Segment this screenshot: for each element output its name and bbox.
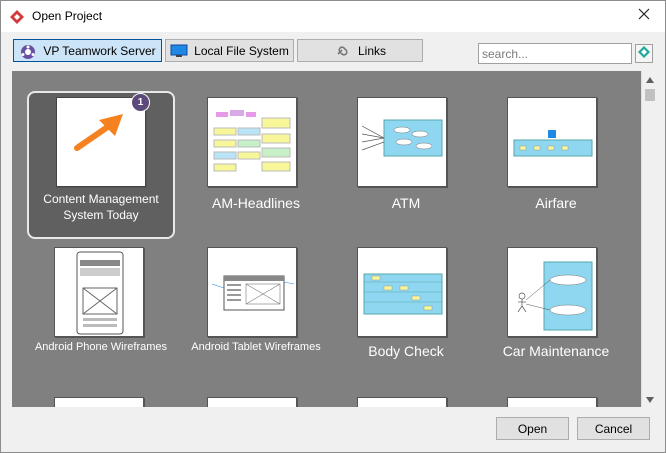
chevron-up-icon bbox=[646, 70, 654, 88]
project-thumbnail-partial[interactable] bbox=[507, 397, 597, 407]
tab-local-file-system[interactable]: Local File System bbox=[165, 39, 294, 62]
window-title: Open Project bbox=[32, 9, 103, 23]
tab-label: Links bbox=[357, 43, 386, 58]
project-tile-car-maintenance[interactable]: Car Maintenance bbox=[482, 241, 630, 389]
close-icon bbox=[638, 7, 650, 25]
project-thumbnail bbox=[507, 247, 597, 337]
monitor-icon bbox=[170, 44, 188, 58]
project-thumbnail bbox=[207, 97, 297, 187]
project-thumbnail-partial[interactable] bbox=[54, 397, 144, 407]
cancel-button[interactable]: Cancel bbox=[577, 417, 650, 440]
project-tile-android-phone-wireframes[interactable]: Android Phone Wireframes bbox=[27, 241, 175, 389]
project-tile-am-headlines[interactable]: AM-Headlines bbox=[182, 91, 330, 239]
chevron-down-icon bbox=[646, 390, 654, 408]
open-button[interactable]: Open bbox=[496, 417, 569, 440]
open-project-dialog: Open Project VP Teamwork Server Local Fi… bbox=[0, 0, 666, 453]
close-button[interactable] bbox=[633, 5, 655, 27]
tab-label: Local File System bbox=[194, 43, 289, 58]
scroll-up-button[interactable] bbox=[642, 71, 658, 87]
project-gallery: 1 Content Management System Today AM-Hea… bbox=[12, 71, 641, 407]
source-toolbar: VP Teamwork Server Local File System Lin… bbox=[1, 32, 665, 72]
title-bar: Open Project bbox=[1, 1, 665, 32]
project-name: AM-Headlines bbox=[212, 195, 300, 211]
project-tile-android-tablet-wireframes[interactable]: Android Tablet Wireframes bbox=[182, 241, 330, 389]
project-thumbnail-partial[interactable] bbox=[207, 397, 297, 407]
project-name: Content Management System Today bbox=[43, 192, 159, 222]
project-tile-content-management-system[interactable]: 1 Content Management System Today bbox=[27, 91, 175, 239]
project-thumbnail bbox=[207, 247, 297, 337]
project-name: Airfare bbox=[535, 195, 577, 211]
gallery-scrollbar[interactable] bbox=[641, 71, 657, 407]
tab-vp-teamwork-server[interactable]: VP Teamwork Server bbox=[13, 39, 162, 62]
link-icon bbox=[334, 44, 352, 58]
project-tile-body-check[interactable]: Body Check bbox=[332, 241, 480, 389]
scroll-down-button[interactable] bbox=[642, 391, 658, 407]
project-thumbnail bbox=[507, 97, 597, 187]
search-diamond-icon bbox=[638, 45, 650, 63]
project-tile-atm[interactable]: ATM bbox=[332, 91, 480, 239]
project-name: Car Maintenance bbox=[502, 343, 610, 359]
notification-badge: 1 bbox=[131, 93, 150, 112]
project-name: Body Check bbox=[368, 343, 444, 359]
project-thumbnail-partial[interactable] bbox=[357, 397, 447, 407]
scroll-thumb[interactable] bbox=[645, 89, 655, 101]
teamwork-server-icon bbox=[19, 44, 37, 59]
project-tile-airfare[interactable]: Airfare bbox=[482, 91, 630, 239]
project-name: Android Phone Wireframes bbox=[34, 341, 168, 353]
search-button[interactable] bbox=[635, 44, 653, 63]
project-thumbnail bbox=[54, 247, 144, 337]
visual-paradigm-logo-icon bbox=[9, 9, 25, 25]
search-input[interactable] bbox=[478, 43, 632, 64]
project-name: Android Tablet Wireframes bbox=[191, 341, 321, 353]
tab-links[interactable]: Links bbox=[297, 39, 423, 62]
project-name: ATM bbox=[391, 195, 421, 211]
tab-label: VP Teamwork Server bbox=[43, 43, 156, 58]
project-thumbnail bbox=[56, 97, 146, 187]
project-thumbnail bbox=[357, 247, 447, 337]
project-thumbnail bbox=[357, 97, 447, 187]
